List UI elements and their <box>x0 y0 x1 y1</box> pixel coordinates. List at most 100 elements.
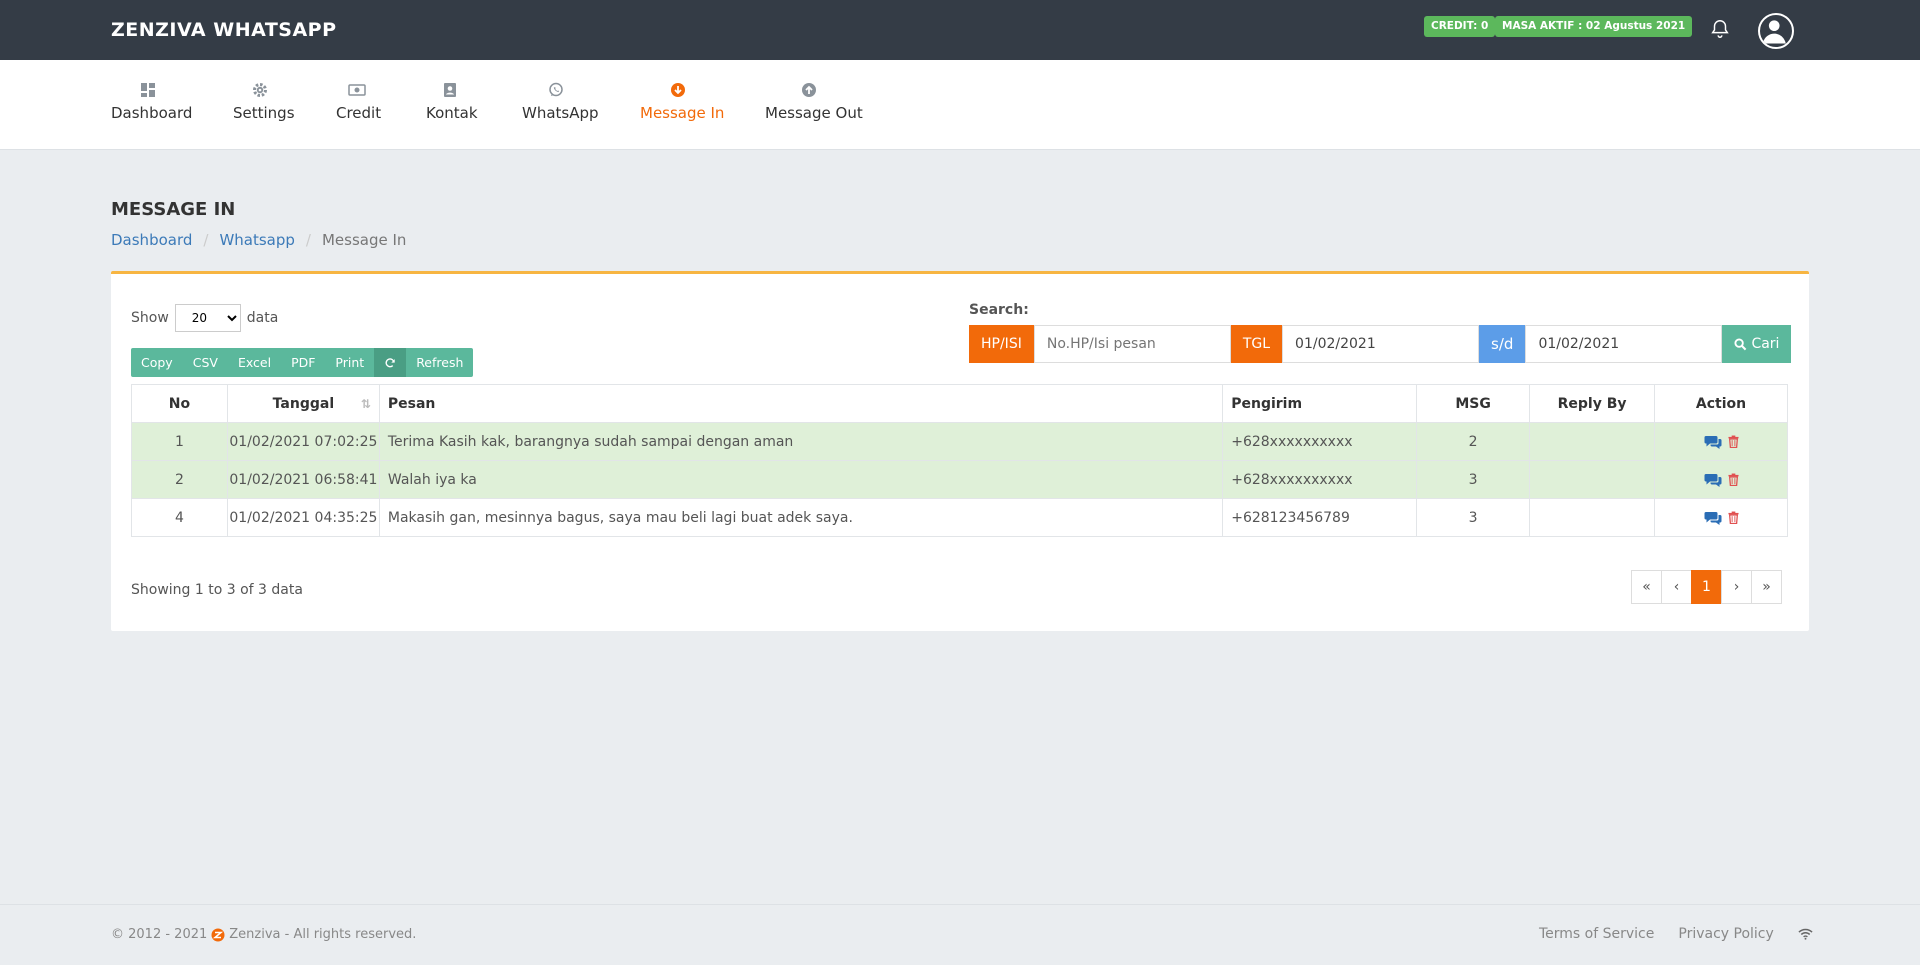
search-icon <box>1734 337 1747 350</box>
csv-button[interactable]: CSV <box>183 348 228 377</box>
reply-chat-icon[interactable] <box>1704 473 1722 487</box>
col-no[interactable]: No <box>131 384 228 423</box>
refresh-icon[interactable] <box>374 348 407 377</box>
footer-links: Terms of Service Privacy Policy <box>1539 926 1813 942</box>
zenziva-logo-icon <box>211 928 225 941</box>
reply-chat-icon[interactable] <box>1704 511 1722 525</box>
cell-pengirim: +628123456789 <box>1222 498 1418 537</box>
col-tanggal-label: Tanggal <box>272 395 335 412</box>
nav-message-out[interactable]: Message Out <box>765 60 863 150</box>
nav-message-in[interactable]: Message In <box>640 60 725 150</box>
reply-chat-icon[interactable] <box>1704 435 1722 449</box>
cell-no: 4 <box>131 498 228 537</box>
page-prev[interactable]: ‹ <box>1661 570 1692 604</box>
cell-tanggal: 01/02/2021 06:58:41 <box>226 460 380 499</box>
nav-kontak[interactable]: Kontak <box>426 60 478 150</box>
credit-badge: CREDIT: 0 <box>1424 16 1496 37</box>
breadcrumb: Dashboard / Whatsapp / Message In <box>111 231 406 249</box>
trash-icon[interactable] <box>1727 473 1739 486</box>
bell-icon[interactable] <box>1709 18 1731 40</box>
cell-no: 2 <box>131 460 228 499</box>
copyright-years: © 2012 - 2021 <box>111 927 208 942</box>
breadcrumb-dashboard[interactable]: Dashboard <box>111 231 192 249</box>
nav-label: Dashboard <box>111 104 193 122</box>
col-reply-by[interactable]: Reply By <box>1529 384 1656 423</box>
table-row: 2 01/02/2021 06:58:41 Walah iya ka +628x… <box>131 460 1788 499</box>
refresh-button[interactable]: Refresh <box>406 348 473 377</box>
nav-label: WhatsApp <box>522 104 599 122</box>
message-in-panel: Show 20 data Copy CSV Excel PDF Print Re… <box>111 271 1809 631</box>
wifi-icon <box>1798 928 1813 940</box>
show-label: Show <box>131 310 169 326</box>
col-msg[interactable]: MSG <box>1416 384 1531 423</box>
page-first[interactable]: « <box>1631 570 1662 604</box>
pdf-button[interactable]: PDF <box>281 348 325 377</box>
whatsapp-icon <box>549 82 563 97</box>
col-pengirim[interactable]: Pengirim <box>1222 384 1418 423</box>
page-1[interactable]: 1 <box>1691 570 1722 604</box>
cell-reply-by <box>1529 422 1656 461</box>
privacy-link[interactable]: Privacy Policy <box>1678 926 1773 942</box>
nav-label: Message In <box>640 104 725 122</box>
cell-tanggal: 01/02/2021 07:02:25 <box>226 422 380 461</box>
nav-credit[interactable]: Credit <box>336 60 382 150</box>
nav-dashboard[interactable]: Dashboard <box>111 60 193 150</box>
export-button-group: Copy CSV Excel PDF Print Refresh <box>131 348 474 377</box>
table-info: Showing 1 to 3 of 3 data <box>131 582 303 598</box>
cell-pengirim: +628xxxxxxxxxx <box>1222 460 1418 499</box>
cell-msg: 2 <box>1416 422 1531 461</box>
date-from-input[interactable] <box>1282 325 1480 363</box>
hp-search-input[interactable] <box>1033 325 1231 363</box>
table-row: 1 01/02/2021 07:02:25 Terima Kasih kak, … <box>131 422 1788 461</box>
trash-icon[interactable] <box>1727 511 1739 524</box>
cell-pesan: Walah iya ka <box>378 460 1224 499</box>
page-title: MESSAGE IN <box>111 199 236 220</box>
terms-link[interactable]: Terms of Service <box>1539 926 1654 942</box>
date-to-input[interactable] <box>1525 325 1723 363</box>
cell-reply-by <box>1529 460 1656 499</box>
cell-pesan: Makasih gan, mesinnya bagus, saya mau be… <box>378 498 1224 537</box>
footer: © 2012 - 2021 Zenziva - All rights reser… <box>0 904 1920 965</box>
contact-icon <box>443 83 456 97</box>
top-bar: ZENZIVA WHATSAPP CREDIT: 0 MASA AKTIF : … <box>0 0 1920 60</box>
print-button[interactable]: Print <box>325 348 374 377</box>
col-tanggal[interactable]: Tanggal ⇅ <box>226 384 380 423</box>
money-icon <box>348 84 366 96</box>
cell-msg: 3 <box>1416 460 1531 499</box>
brand-logo[interactable]: ZENZIVA WHATSAPP <box>111 19 337 41</box>
page-length-control: Show 20 data <box>131 304 278 332</box>
gear-icon <box>253 83 267 97</box>
masa-aktif-badge: MASA AKTIF : 02 Agustus 2021 <box>1495 16 1693 37</box>
cell-pengirim: +628xxxxxxxxxx <box>1222 422 1418 461</box>
cell-no: 1 <box>131 422 228 461</box>
nav-settings[interactable]: Settings <box>233 60 295 150</box>
table-row: 4 01/02/2021 04:35:25 Makasih gan, mesin… <box>131 498 1788 537</box>
main-nav: Dashboard Settings Credit Kontak WhatsAp… <box>0 60 1920 150</box>
cari-button[interactable]: Cari <box>1722 325 1792 363</box>
show-suffix: data <box>246 310 279 326</box>
excel-button[interactable]: Excel <box>228 348 281 377</box>
pagination: « ‹ 1 › » <box>1631 570 1782 604</box>
message-table: No Tanggal ⇅ Pesan Pengirim MSG Reply By … <box>131 384 1788 537</box>
col-action: Action <box>1654 384 1788 423</box>
breadcrumb-whatsapp[interactable]: Whatsapp <box>219 231 294 249</box>
col-pesan[interactable]: Pesan <box>378 384 1224 423</box>
trash-icon[interactable] <box>1727 435 1739 448</box>
cell-reply-by <box>1529 498 1656 537</box>
cell-tanggal: 01/02/2021 04:35:25 <box>226 498 380 537</box>
nav-label: Credit <box>336 104 382 122</box>
copyright: © 2012 - 2021 Zenziva - All rights reser… <box>111 927 416 942</box>
cell-action <box>1654 498 1788 537</box>
nav-label: Message Out <box>765 104 863 122</box>
cell-pesan: Terima Kasih kak, barangnya sudah sampai… <box>378 422 1224 461</box>
nav-whatsapp[interactable]: WhatsApp <box>522 60 599 150</box>
copyright-company: Zenziva - All rights reserved. <box>229 927 417 942</box>
page-last[interactable]: » <box>1751 570 1782 604</box>
copy-button[interactable]: Copy <box>131 348 183 377</box>
page-length-select[interactable]: 20 <box>174 304 241 332</box>
search-label: Search: <box>969 302 1029 318</box>
hp-isi-addon: HP/ISI <box>969 325 1034 363</box>
user-avatar[interactable] <box>1758 13 1794 49</box>
nav-label: Kontak <box>426 104 478 122</box>
page-next[interactable]: › <box>1721 570 1752 604</box>
